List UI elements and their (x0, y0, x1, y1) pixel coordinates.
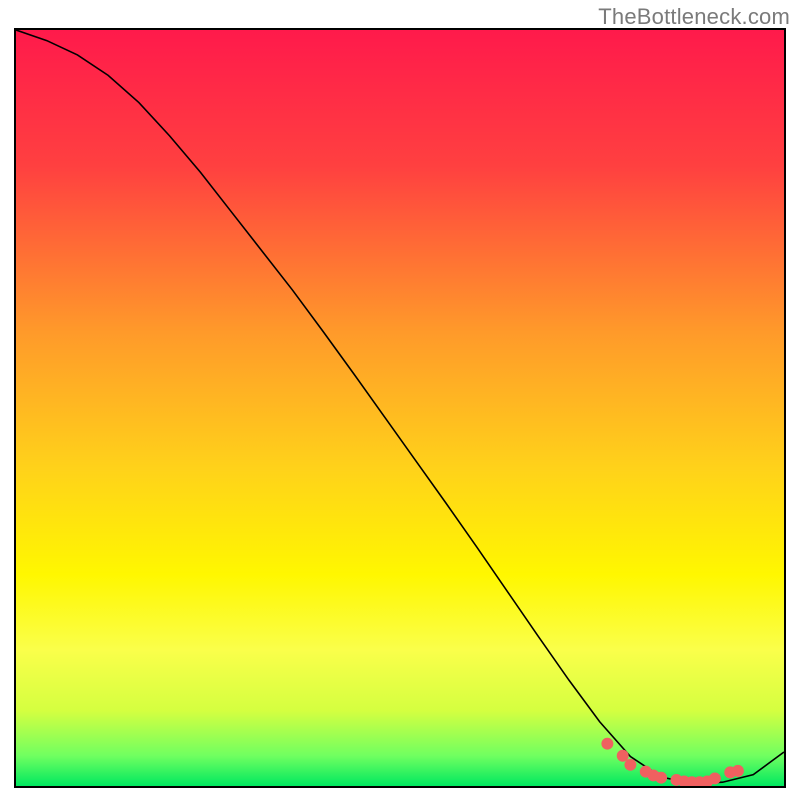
scatter-dot (601, 738, 613, 750)
scatter-dot (709, 772, 721, 784)
watermark-text: TheBottleneck.com (598, 4, 790, 30)
scatter-dot (624, 759, 636, 771)
scatter-dot (617, 750, 629, 762)
chart-container: TheBottleneck.com (0, 0, 800, 800)
scatter-dot (655, 772, 667, 784)
plot-area (14, 28, 786, 788)
chart-svg (16, 30, 784, 786)
gradient-background (16, 30, 784, 786)
scatter-dot (732, 765, 744, 777)
